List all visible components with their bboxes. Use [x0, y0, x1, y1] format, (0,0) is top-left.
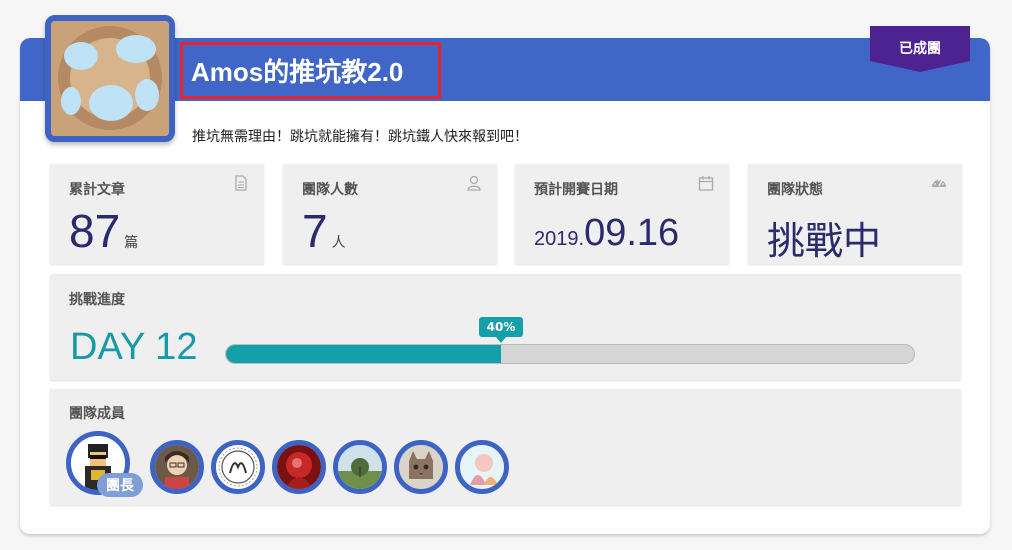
- progress-percent-label: 40%: [486, 320, 516, 334]
- member-avatar[interactable]: [333, 440, 387, 494]
- progress-label: 挑戰進度: [69, 292, 125, 308]
- progress-day: DAY 12: [70, 326, 198, 368]
- member-avatar-image: [216, 445, 260, 489]
- stat-members-label: 團隊人數: [302, 182, 358, 198]
- progress-bar: [225, 344, 915, 364]
- calendar-icon: [698, 176, 714, 191]
- stat-articles-value: 87: [69, 205, 121, 257]
- member-avatar[interactable]: [211, 440, 265, 494]
- team-avatar[interactable]: [45, 15, 175, 142]
- team-avatar-image: [51, 21, 169, 136]
- stat-articles: 累計文章 87 篇: [50, 164, 264, 264]
- leader-badge: 團長: [97, 473, 143, 497]
- stat-articles-unit: 篇: [124, 235, 139, 251]
- stat-status-label: 團隊狀態: [767, 182, 823, 198]
- stat-status: 團隊狀態 挑戰中: [748, 164, 962, 264]
- members-label: 團隊成員: [69, 406, 125, 422]
- member-avatar[interactable]: [394, 440, 448, 494]
- document-icon: [235, 175, 247, 191]
- member-avatar[interactable]: [150, 440, 204, 494]
- dashboard-icon: [932, 179, 946, 187]
- member-avatar[interactable]: [455, 440, 509, 494]
- stat-start-date: 預計開賽日期 2019.09.16: [515, 164, 729, 264]
- member-avatar[interactable]: [272, 440, 326, 494]
- stat-articles-label: 累計文章: [69, 182, 125, 198]
- stat-members-value: 7: [302, 205, 328, 257]
- member-avatar-image: [399, 445, 443, 489]
- member-avatar-image: [338, 445, 382, 489]
- team-title-box[interactable]: Amos的推坑教2.0: [180, 42, 441, 99]
- progress-bar-fill: [226, 345, 502, 363]
- team-slogan: 推坑無需理由！跳坑就能擁有！跳坑鐵人快來報到吧！: [192, 129, 528, 145]
- member-avatar-image: [155, 445, 199, 489]
- stat-start-date-label: 預計開賽日期: [534, 182, 618, 198]
- progress-percent-tag: 40%: [479, 317, 523, 343]
- team-title[interactable]: Amos的推坑教2.0: [191, 52, 403, 89]
- member-avatar-image: [277, 445, 321, 489]
- stat-start-date-day: 09.16: [584, 212, 680, 254]
- user-icon: [467, 175, 481, 191]
- team-status-ribbon-label: 已成團: [899, 41, 941, 57]
- stat-members-unit: 人: [331, 235, 346, 251]
- member-avatar-image: [460, 445, 504, 489]
- stat-members: 團隊人數 7人: [283, 164, 497, 264]
- stat-status-value: 挑戰中: [767, 219, 882, 263]
- progress-panel: 挑戰進度 DAY 12 40%: [50, 274, 961, 380]
- members-panel: 團隊成員 團長: [50, 389, 961, 505]
- stat-start-date-year: 2019.: [534, 228, 585, 250]
- leader-badge-label: 團長: [106, 478, 134, 494]
